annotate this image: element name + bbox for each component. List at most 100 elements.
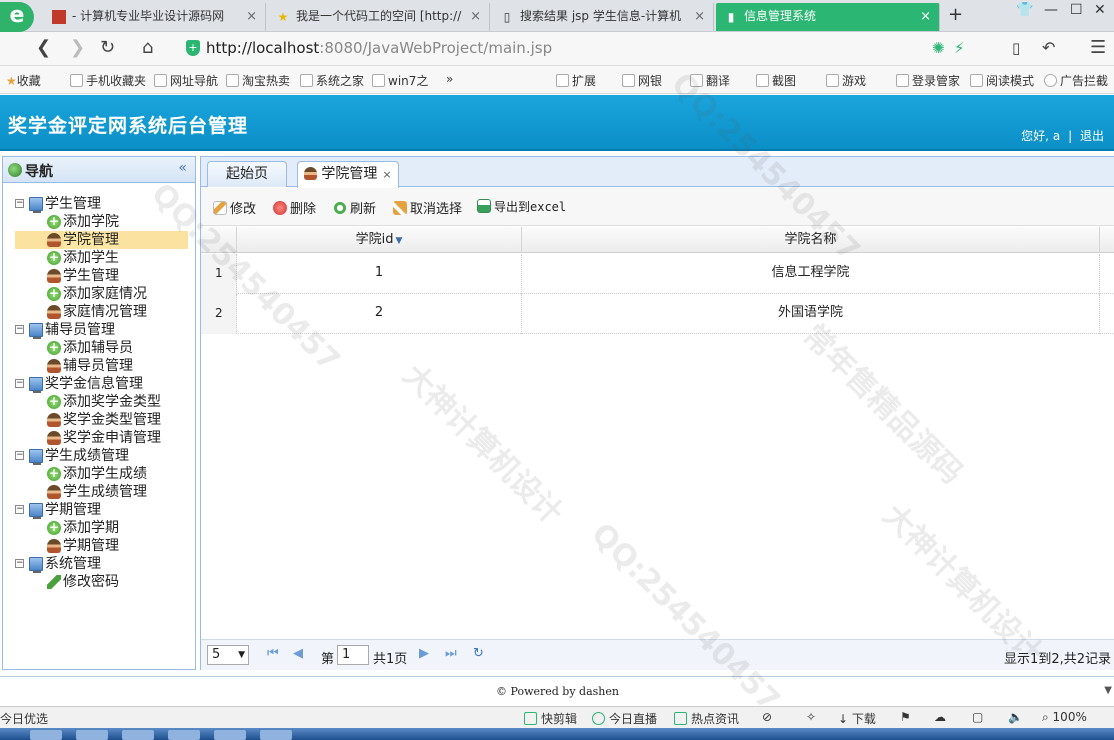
new-tab-icon[interactable]: + [948, 4, 963, 25]
taskbar-item[interactable] [30, 730, 62, 740]
nav-item[interactable]: 学生管理 [3, 267, 195, 285]
close-icon[interactable]: × [246, 3, 257, 30]
nav-item[interactable]: + 添加学院 [3, 213, 195, 231]
bookmark-win7[interactable]: win7之 [372, 72, 428, 89]
forward-icon[interactable]: ❯ [70, 37, 85, 59]
browser-tab-2[interactable]: ★ 我是一个代码工的空间 [http:// × [268, 3, 490, 31]
reload-icon[interactable]: ↻ [473, 646, 484, 661]
toolbar-adblock[interactable]: 广告拦截 [1044, 72, 1108, 89]
tab-college-management[interactable]: 学院管理 × [297, 161, 399, 188]
collapse-icon[interactable]: « [178, 160, 187, 176]
minimize-icon[interactable]: — [1044, 2, 1058, 18]
close-icon[interactable]: × [382, 168, 391, 181]
home-icon[interactable]: ⌂ [142, 37, 153, 59]
close-window-icon[interactable]: ✕ [1094, 2, 1106, 18]
nav-group[interactable]: − 系统管理 [3, 555, 195, 573]
prev-page-icon[interactable]: ◀ [293, 646, 303, 661]
taskbar-item[interactable] [168, 730, 200, 740]
nav-item[interactable]: + 添加家庭情况 [3, 285, 195, 303]
table-row[interactable]: 1 1 信息工程学院 [201, 254, 1114, 294]
collapse-toggle-icon[interactable]: − [15, 379, 24, 388]
bookmark-nav[interactable]: 网址导航 [154, 72, 218, 89]
nav-group[interactable]: − 奖学金信息管理 [3, 375, 195, 393]
refresh-button[interactable]: 刷新 [333, 198, 376, 217]
volume-icon[interactable]: 🔈 [1008, 710, 1023, 724]
tab-home[interactable]: 起始页 [207, 161, 287, 187]
flag-icon[interactable]: ⚑ [900, 710, 911, 724]
scroll-down-icon[interactable]: ▼ [1104, 685, 1112, 696]
more-bookmarks-icon[interactable]: » [446, 72, 453, 86]
speed-status-icon[interactable]: ⊘ [762, 710, 772, 724]
status-news[interactable]: 热点资讯 [674, 710, 739, 727]
toolbar-bank[interactable]: 网银 [622, 72, 662, 89]
nav-item[interactable]: 修改密码 [3, 573, 195, 591]
toolbar-login-manager[interactable]: 登录管家 [896, 72, 960, 89]
lightning-icon[interactable]: ⚡ [954, 37, 965, 59]
page-number-input[interactable]: 1 [337, 645, 369, 665]
url-text[interactable]: http://localhost:8080/JavaWebProject/mai… [206, 39, 552, 57]
nav-item[interactable]: 奖学金类型管理 [3, 411, 195, 429]
status-left-text[interactable]: 今日优选 [0, 710, 48, 727]
nav-item[interactable]: 学生成绩管理 [3, 483, 195, 501]
taskbar-item[interactable] [122, 730, 154, 740]
nav-item[interactable]: + 添加学生成绩 [3, 465, 195, 483]
nav-item[interactable]: 辅导员管理 [3, 357, 195, 375]
nav-item[interactable]: 学期管理 [3, 537, 195, 555]
nav-item[interactable]: 学院管理 [3, 231, 195, 249]
collapse-toggle-icon[interactable]: − [15, 451, 24, 460]
delete-button[interactable]: 删除 [273, 198, 316, 217]
status-live[interactable]: 今日直播 [592, 710, 657, 727]
bookmark-favorites[interactable]: ★收藏 [6, 72, 41, 89]
nav-item[interactable]: 奖学金申请管理 [3, 429, 195, 447]
puzzle-icon[interactable]: ✧ [806, 710, 816, 724]
speed-icon[interactable]: ✺ [932, 37, 945, 59]
nav-group[interactable]: − 学生成绩管理 [3, 447, 195, 465]
maximize-icon[interactable]: ☐ [1070, 2, 1083, 18]
toolbar-games[interactable]: 游戏 [826, 72, 866, 89]
nav-group[interactable]: − 学期管理 [3, 501, 195, 519]
address-bar[interactable]: + http://localhost:8080/JavaWebProject/m… [178, 37, 978, 61]
last-page-icon[interactable]: ⏭ [445, 646, 457, 661]
close-icon[interactable]: × [920, 3, 931, 30]
cancel-selection-button[interactable]: 取消选择 [393, 198, 462, 217]
next-page-icon[interactable]: ▶ [419, 646, 429, 661]
first-page-icon[interactable]: ⏮ [267, 646, 279, 661]
nav-group[interactable]: − 学生管理 [3, 195, 195, 213]
toolbar-translate[interactable]: 翻译 [690, 72, 730, 89]
bookmark-xitong[interactable]: 系统之家 [300, 72, 364, 89]
back-icon[interactable]: ❮ [36, 37, 51, 59]
bookmark-taobao[interactable]: 淘宝热卖 [226, 72, 290, 89]
toolbar-extensions[interactable]: 扩展 [556, 72, 596, 89]
table-row[interactable]: 2 2 外国语学院 [201, 294, 1114, 334]
toolbar-screenshot[interactable]: 截图 [756, 72, 796, 89]
column-header-college-name[interactable]: 学院名称 [522, 227, 1100, 253]
nav-item[interactable]: + 添加学生 [3, 249, 195, 267]
browser-logo-icon[interactable]: e [0, 2, 34, 32]
browser-tab-3[interactable]: ▯ 搜索结果 jsp 学生信息-计算机 × [492, 3, 714, 31]
mobile-icon[interactable]: ▯ [1012, 37, 1020, 59]
close-icon[interactable]: × [470, 3, 481, 30]
nav-group[interactable]: − 辅导员管理 [3, 321, 195, 339]
browser-tab-4[interactable]: ▮ 信息管理系统 × [716, 3, 940, 31]
collapse-toggle-icon[interactable]: − [15, 325, 24, 334]
nav-item[interactable]: 家庭情况管理 [3, 303, 195, 321]
skin-icon[interactable]: 👕 [1016, 2, 1033, 18]
browser-tab-1[interactable]: - 计算机专业毕业设计源码网 × [44, 3, 266, 31]
collapse-toggle-icon[interactable]: − [15, 505, 24, 514]
taskbar-item[interactable] [214, 730, 246, 740]
edit-button[interactable]: 修改 [213, 198, 256, 217]
close-icon[interactable]: × [694, 3, 705, 30]
collapse-toggle-icon[interactable]: − [15, 559, 24, 568]
bookmark-mobile[interactable]: 手机收藏夹 [70, 72, 146, 89]
status-quickclip[interactable]: 快剪辑 [524, 710, 577, 727]
nav-item[interactable]: + 添加学期 [3, 519, 195, 537]
taskbar-item[interactable] [260, 730, 292, 740]
undo-icon[interactable]: ↶ [1042, 37, 1055, 59]
reload-icon[interactable]: ↻ [100, 37, 115, 59]
screen-icon[interactable]: ▢ [972, 710, 983, 724]
zoom-control[interactable]: ⌕ 100% [1042, 710, 1087, 725]
taskbar-item[interactable] [76, 730, 108, 740]
collapse-toggle-icon[interactable]: − [15, 199, 24, 208]
nav-item[interactable]: + 添加奖学金类型 [3, 393, 195, 411]
toolbar-reading-mode[interactable]: 阅读模式 [970, 72, 1034, 89]
